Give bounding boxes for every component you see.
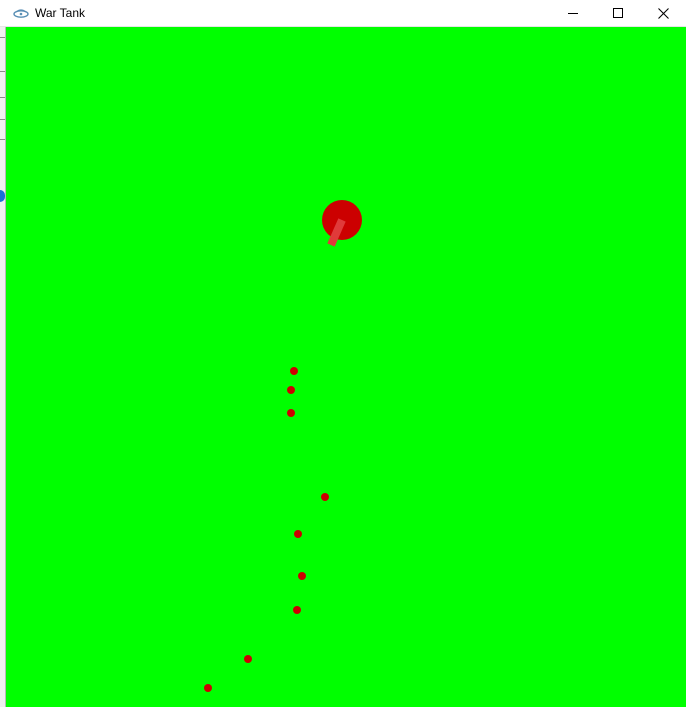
background-window-mark xyxy=(0,71,5,72)
bullet xyxy=(321,493,329,501)
window-title: War Tank xyxy=(35,6,86,20)
background-window-indicator xyxy=(0,190,5,202)
bullet xyxy=(290,367,298,375)
title-bar[interactable]: War Tank xyxy=(0,0,686,27)
bullet xyxy=(287,409,295,417)
game-field xyxy=(204,200,362,692)
background-window-mark xyxy=(0,37,5,38)
close-button[interactable] xyxy=(640,0,686,26)
background-window-mark xyxy=(0,119,5,120)
bullet xyxy=(287,386,295,394)
bullet xyxy=(293,606,301,614)
player-tank xyxy=(322,200,362,247)
bullet xyxy=(244,655,252,663)
war-tank-window: War Tank xyxy=(0,0,686,707)
background-window-mark xyxy=(0,97,5,98)
bullet xyxy=(204,684,212,692)
maximize-button[interactable] xyxy=(595,0,641,26)
bullets xyxy=(204,367,329,692)
background-window-mark xyxy=(0,139,5,140)
java-app-icon xyxy=(13,6,29,18)
minimize-button[interactable] xyxy=(550,0,596,26)
bullet xyxy=(294,530,302,538)
game-canvas[interactable] xyxy=(6,27,686,707)
maximize-icon xyxy=(613,8,623,18)
bullet xyxy=(298,572,306,580)
close-icon xyxy=(657,7,669,19)
minimize-icon xyxy=(568,13,578,14)
